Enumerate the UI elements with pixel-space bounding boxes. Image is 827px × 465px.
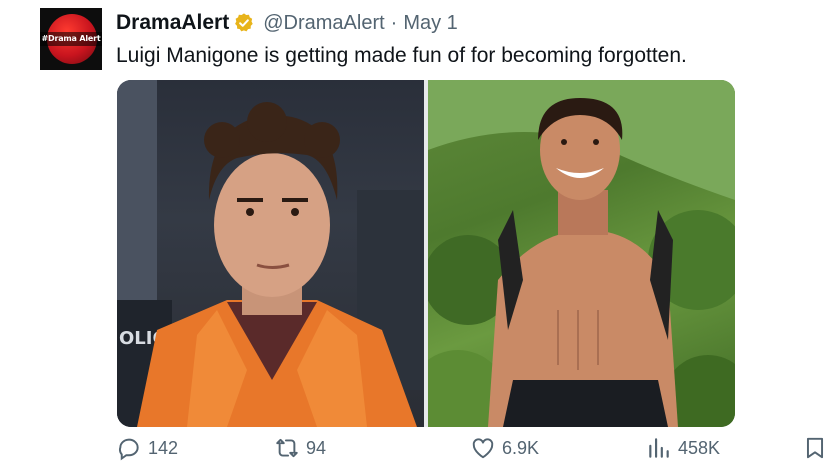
media-photo-1[interactable]: OLIC <box>117 80 424 427</box>
bookmark-button[interactable] <box>802 434 827 462</box>
avatar[interactable]: #Drama Alert <box>40 8 102 70</box>
bookmark-icon <box>806 437 824 459</box>
reply-button[interactable]: 142 <box>116 434 178 462</box>
tweet-header: DramaAlert @DramaAlert · May 1 <box>116 10 458 36</box>
retweet-button[interactable]: 94 <box>274 434 326 462</box>
retweet-count: 94 <box>306 437 327 458</box>
reply-count: 142 <box>148 437 179 458</box>
separator: · <box>390 11 398 34</box>
media-grid: OLIC <box>117 80 735 427</box>
views-icon <box>649 438 669 458</box>
avatar-tag: #Drama Alert <box>40 32 102 46</box>
reply-icon <box>119 438 139 461</box>
tweet-date[interactable]: May 1 <box>403 12 457 35</box>
action-bar: 142 94 6.9K 458K <box>116 434 826 462</box>
views-count: 458K <box>678 437 721 458</box>
handle[interactable]: @DramaAlert <box>263 12 384 35</box>
like-button[interactable]: 6.9K <box>470 434 539 462</box>
tweet-text: Luigi Manigone is getting made fun of fo… <box>116 44 687 67</box>
tweet[interactable]: #Drama Alert DramaAlert @DramaAlert · Ma… <box>0 0 827 465</box>
like-count: 6.9K <box>502 437 540 458</box>
like-icon <box>472 438 494 459</box>
verified-badge-icon[interactable] <box>233 12 255 34</box>
display-name[interactable]: DramaAlert <box>116 11 229 35</box>
views-button[interactable]: 458K <box>646 434 720 462</box>
retweet-icon <box>276 438 298 458</box>
media-photo-2[interactable] <box>428 80 735 427</box>
